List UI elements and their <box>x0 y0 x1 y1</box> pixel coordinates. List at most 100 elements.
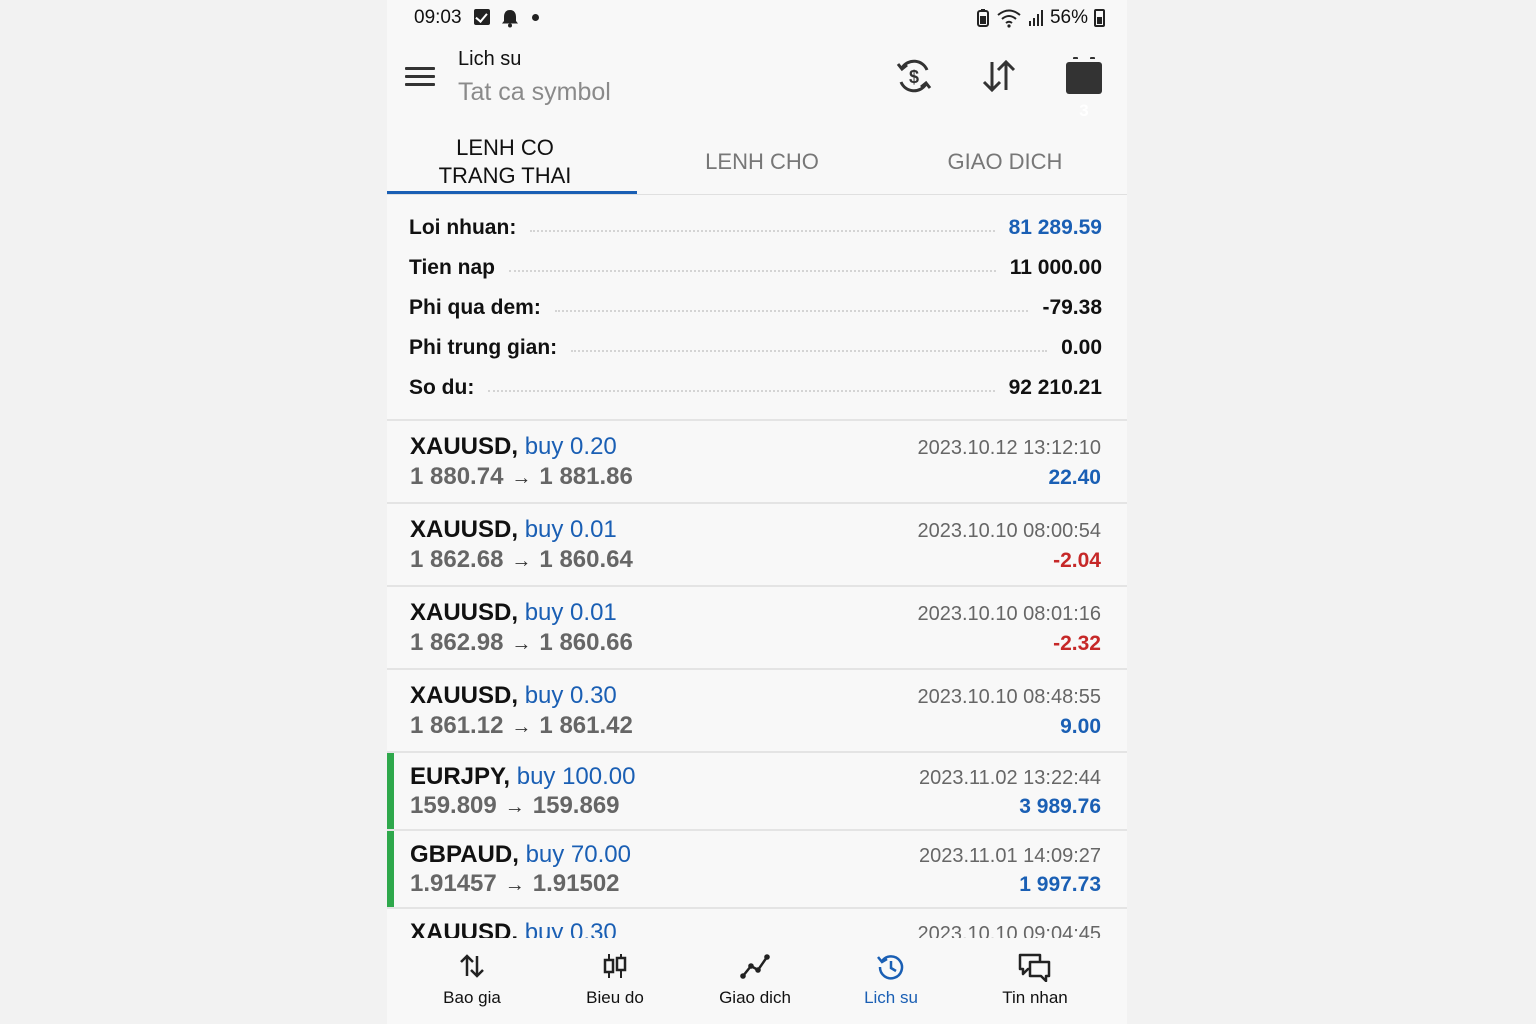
menu-icon[interactable] <box>405 64 437 88</box>
trade-row-highlighted[interactable]: GBPAUD, buy 70.00 1.91457 → 1.91502 2023.1… <box>387 831 1127 909</box>
dotted-leader <box>488 390 995 392</box>
close-price: 1 881.86 <box>539 463 633 490</box>
trade-row[interactable]: XAUUSD, buy 0.30 1 861.12 → 1 861.42 2023.… <box>387 670 1127 753</box>
battery-percent: 56% <box>1049 7 1088 28</box>
summary-label: Loi nhuan: <box>409 216 517 239</box>
trade-row[interactable]: XAUUSD, buy 0.01 1 862.98 → 1 860.66 2023.… <box>387 587 1127 670</box>
summary-label: Phi qua dem: <box>409 296 541 319</box>
symbol-name: GBPAUD, <box>410 841 519 868</box>
tab-divider <box>387 194 1127 195</box>
tab-active-indicator <box>387 191 637 194</box>
symbol-name: XAUUSD, <box>410 433 519 460</box>
tab-deals[interactable]: GIAO DICH <box>887 128 1123 196</box>
wifi-icon <box>997 9 1021 28</box>
tab-closed-orders-label: LENH CO TRANG THAI <box>439 134 572 190</box>
summary-value: -79.38 <box>1042 296 1102 319</box>
page-title: Lich su <box>458 48 522 70</box>
nav-label: Bao gia <box>443 988 501 1007</box>
candlestick-chart-icon <box>603 954 627 978</box>
trade-profit: 22.40 <box>1048 466 1101 489</box>
status-bar: 09:03 56% <box>387 0 1127 36</box>
nav-history[interactable]: Lich su <box>821 938 961 1024</box>
nav-quotes[interactable]: Bao gia <box>402 938 542 1024</box>
trade-profit: -2.04 <box>1053 549 1101 572</box>
summary-value: 92 210.21 <box>1008 376 1102 399</box>
trade-symbol: EURJPY, buy 100.00 <box>410 763 636 791</box>
summary-row-profit: Loi nhuan: 81 289.59 <box>409 208 1102 248</box>
quotes-arrows-icon <box>460 954 484 978</box>
dotted-leader <box>530 230 995 232</box>
nav-label: Lich su <box>864 988 918 1007</box>
dotted-leader <box>571 350 1048 352</box>
trade-line-icon <box>740 954 770 979</box>
trade-datetime: 2023.10.12 13:12:10 <box>917 437 1101 459</box>
trade-row[interactable]: XAUUSD, buy 0.01 1 862.68 → 1 860.64 2023.… <box>387 504 1127 587</box>
trade-symbol: GBPAUD, buy 70.00 <box>410 841 631 869</box>
tab-pending-orders[interactable]: LENH CHO <box>637 128 887 196</box>
trade-prices: 1.91457 → 1.91502 <box>410 870 620 898</box>
trade-symbol: XAUUSD, buy 0.20 <box>410 433 617 461</box>
nav-messages[interactable]: Tin nhan <box>965 938 1105 1024</box>
highlight-bar <box>387 753 394 829</box>
status-time: 09:03 <box>414 7 462 28</box>
calendar-icon[interactable] <box>1064 56 1104 96</box>
symbol-name: XAUUSD, <box>410 682 519 709</box>
history-clock-icon <box>877 955 904 980</box>
bottom-navigation: Bao gia Bieu do Giao dich Lich su Tin nh… <box>387 938 1127 1024</box>
bell-icon <box>502 10 518 28</box>
summary-row-deposit: Tien nap 11 000.00 <box>409 248 1102 288</box>
trade-row[interactable]: XAUUSD, buy 0.20 1 880.74 → 1 881.86 2023.… <box>387 421 1127 504</box>
trade-symbol: XAUUSD, buy 0.30 <box>410 682 617 710</box>
trade-prices: 1 880.74 → 1 881.86 <box>410 463 633 491</box>
trade-profit: -2.32 <box>1053 632 1101 655</box>
trade-datetime: 2023.11.01 14:09:27 <box>918 845 1101 867</box>
nav-charts[interactable]: Bieu do <box>545 938 685 1024</box>
summary-value: 81 289.59 <box>1008 216 1102 239</box>
signal-icon <box>1028 10 1043 26</box>
nav-label: Bieu do <box>586 988 644 1007</box>
nav-trade[interactable]: Giao dich <box>685 938 825 1024</box>
messages-icon <box>1018 953 1051 982</box>
trade-prices: 1 862.98 → 1 860.66 <box>410 629 633 657</box>
status-right-group: 56% <box>976 6 1105 30</box>
trade-datetime: 2023.10.10 08:00:54 <box>917 520 1101 542</box>
symbol-name: XAUUSD, <box>410 516 519 543</box>
close-price: 1 861.42 <box>539 712 633 739</box>
trade-action: buy 0.20 <box>524 433 617 460</box>
summary-value: 0.00 <box>1061 336 1102 359</box>
open-price: 1 861.12 <box>410 712 504 739</box>
trade-profit: 9.00 <box>1060 715 1101 738</box>
highlight-bar <box>387 831 394 907</box>
symbol-name: XAUUSD, <box>410 599 519 626</box>
notification-dot-icon <box>532 14 539 21</box>
dotted-leader <box>508 270 996 272</box>
arrow-right-icon: → <box>511 550 532 572</box>
open-price: 159.809 <box>410 792 497 819</box>
close-price: 1.91502 <box>532 870 620 897</box>
calendar-day: 3 <box>1079 101 1089 120</box>
trade-datetime: 2023.11.02 13:22:44 <box>918 767 1101 789</box>
arrow-right-icon: → <box>511 467 532 489</box>
nav-label: Giao dich <box>719 988 791 1007</box>
arrow-right-icon: → <box>511 716 532 738</box>
summary-label: Phi trung gian: <box>409 336 558 359</box>
phone-screen: 09:03 56% Lich su Tat ca symbol $ 3 LENH… <box>387 0 1127 1024</box>
trade-symbol: XAUUSD, buy 0.01 <box>410 516 617 544</box>
symbol-filter[interactable]: Tat ca symbol <box>458 78 611 107</box>
trade-prices: 159.809 → 159.869 <box>410 792 620 820</box>
sort-arrows-icon[interactable] <box>979 56 1019 96</box>
currency-exchange-icon[interactable]: $ <box>894 56 934 96</box>
battery-icon <box>1094 9 1105 27</box>
trade-prices: 1 861.12 → 1 861.42 <box>410 712 633 740</box>
trade-row-highlighted[interactable]: EURJPY, buy 100.00 159.809 → 159.869 2023.… <box>387 753 1127 831</box>
arrow-right-icon: → <box>504 796 525 818</box>
close-price: 1 860.64 <box>539 546 633 573</box>
arrow-right-icon: → <box>504 874 525 896</box>
checkbox-notification-icon <box>474 9 490 25</box>
open-price: 1 862.68 <box>410 546 504 573</box>
trade-action: buy 100.00 <box>516 763 636 790</box>
tab-closed-orders[interactable]: LENH CO TRANG THAI <box>387 128 623 196</box>
summary-row-balance: So du: 92 210.21 <box>409 368 1102 408</box>
svg-text:$: $ <box>909 67 919 87</box>
tab-label-line2: TRANG THAI <box>438 163 572 188</box>
